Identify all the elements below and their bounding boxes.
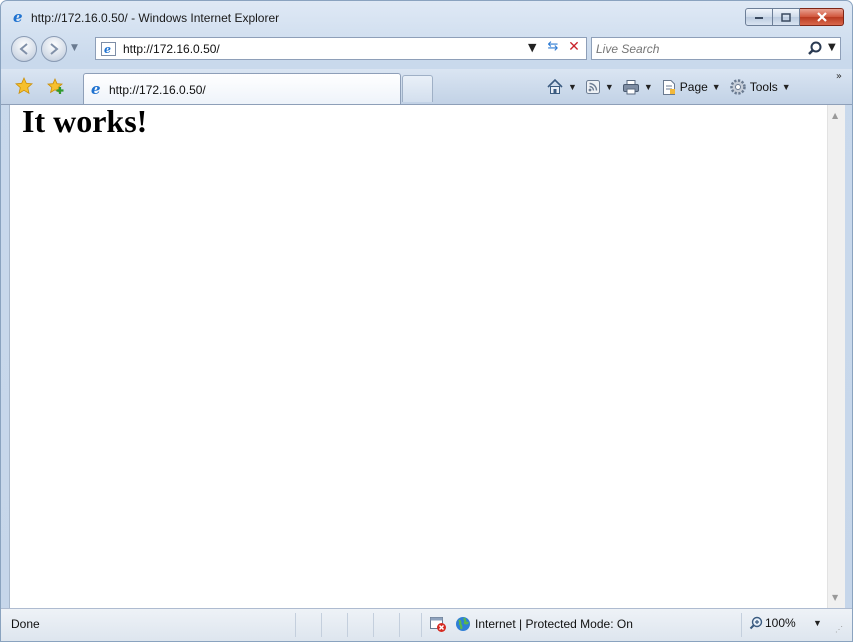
tab-active[interactable]: e http://172.16.0.50/ — [83, 73, 401, 104]
refresh-icon[interactable]: ⇆ — [542, 39, 564, 58]
tab-ie-icon: e — [91, 82, 101, 96]
toolbar-overflow-chevron-icon[interactable]: » — [836, 71, 842, 82]
browser-window: e http://172.16.0.50/ - Windows Internet… — [0, 0, 853, 642]
address-url: http://172.16.0.50/ — [123, 42, 220, 56]
tools-gear-icon — [729, 79, 746, 95]
favorites-star-icon[interactable] — [15, 77, 33, 95]
forward-button[interactable] — [41, 36, 67, 62]
tab-label: http://172.16.0.50/ — [109, 83, 206, 97]
scroll-down-arrow-icon[interactable]: ▼ — [832, 593, 838, 602]
navigation-bar: ▼ e http://172.16.0.50/ ▼ ⇆ ✕ ▼ — [1, 33, 852, 65]
search-input[interactable] — [596, 40, 796, 57]
page-menu-button[interactable]: Page ▼ — [661, 79, 729, 96]
page-menu-label: Page — [679, 80, 708, 94]
status-divider — [421, 613, 422, 637]
page-ie-icon: e — [101, 42, 116, 56]
zoom-magnifier-icon[interactable] — [749, 616, 763, 630]
stop-icon[interactable]: ✕ — [564, 39, 584, 58]
feeds-icon — [585, 80, 600, 94]
page-heading: It works! — [22, 103, 148, 139]
status-divider — [399, 613, 400, 637]
home-button[interactable]: ▼ — [546, 78, 585, 96]
scroll-up-arrow-icon[interactable]: ▲ — [832, 111, 838, 120]
back-button[interactable] — [11, 36, 37, 62]
page-icon — [662, 79, 675, 95]
feeds-button[interactable]: ▼ — [585, 79, 622, 95]
back-arrow-icon — [19, 43, 28, 55]
add-to-favorites-icon[interactable] — [47, 77, 65, 95]
svg-text:e: e — [13, 10, 23, 24]
tools-dropdown-icon[interactable]: ▼ — [782, 82, 791, 92]
zoom-level[interactable]: 100% — [765, 616, 796, 630]
minimize-icon — [755, 17, 763, 19]
address-dropdown-icon[interactable]: ▼ — [528, 41, 536, 54]
page-dropdown-icon[interactable]: ▼ — [712, 82, 721, 92]
new-tab-button[interactable] — [402, 75, 433, 102]
page-content: It works! — [9, 103, 828, 608]
maximize-icon — [781, 12, 791, 22]
command-bar: ▼ ▼ ▼ Page ▼ Tools ▼ — [546, 76, 799, 98]
popup-blocked-icon[interactable] — [429, 615, 447, 633]
forward-arrow-icon — [50, 43, 59, 55]
close-button[interactable] — [800, 8, 844, 26]
search-icon[interactable] — [806, 40, 824, 58]
svg-text:e: e — [91, 82, 101, 96]
vertical-scrollbar[interactable]: ▲ ▼ — [827, 105, 845, 608]
ie-logo-icon: e — [13, 10, 23, 24]
window-title: http://172.16.0.50/ - Windows Internet E… — [31, 11, 280, 25]
tab-bar: e http://172.16.0.50/ ▼ ▼ ▼ Page ▼ Tools… — [1, 69, 852, 105]
search-options-chevron-icon[interactable]: ▼ — [828, 42, 836, 53]
status-divider — [295, 613, 296, 637]
recent-pages-chevron-icon[interactable]: ▼ — [71, 43, 78, 53]
svg-text:e: e — [104, 43, 111, 56]
resize-grip-icon[interactable]: ⋰ — [835, 625, 843, 634]
status-divider — [321, 613, 322, 637]
title-bar[interactable]: e http://172.16.0.50/ - Windows Internet… — [1, 1, 852, 33]
zoom-dropdown-icon[interactable]: ▼ — [813, 618, 822, 628]
window-controls — [745, 8, 844, 26]
print-icon — [622, 80, 639, 95]
home-dropdown-icon[interactable]: ▼ — [568, 82, 577, 92]
status-bar: Done Internet | Protected Mode: On 100% … — [1, 608, 852, 641]
tools-menu-button[interactable]: Tools ▼ — [729, 78, 799, 96]
status-divider — [347, 613, 348, 637]
close-icon — [816, 12, 827, 22]
status-text: Done — [11, 617, 40, 631]
status-divider — [741, 613, 742, 637]
print-dropdown-icon[interactable]: ▼ — [644, 82, 653, 92]
print-button[interactable]: ▼ — [622, 79, 661, 95]
tools-menu-label: Tools — [749, 80, 778, 94]
maximize-button[interactable] — [773, 8, 800, 26]
address-bar[interactable]: e http://172.16.0.50/ ▼ ⇆ ✕ — [95, 37, 587, 60]
search-box[interactable]: ▼ — [591, 37, 841, 60]
minimize-button[interactable] — [745, 8, 773, 26]
internet-globe-icon — [456, 617, 470, 631]
home-icon — [547, 78, 563, 94]
security-zone-text[interactable]: Internet | Protected Mode: On — [475, 617, 633, 631]
feeds-dropdown-icon[interactable]: ▼ — [605, 82, 614, 92]
status-divider — [373, 613, 374, 637]
